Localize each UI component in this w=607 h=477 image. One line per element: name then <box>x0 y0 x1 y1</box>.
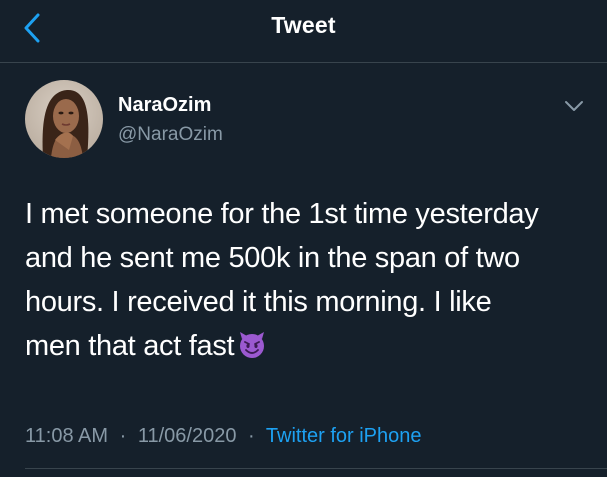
tweet-line-text: men that act fast <box>25 330 235 362</box>
avatar-photo <box>25 80 103 158</box>
tweet-line: and he sent me 500k in the span of two <box>25 242 520 274</box>
navigation-bar: Tweet <box>0 0 607 63</box>
author-display-name[interactable]: NaraOzim <box>118 94 211 117</box>
more-options-button[interactable] <box>560 94 588 118</box>
chevron-down-icon <box>565 101 583 111</box>
tweet-text: I met someone for the 1st time yesterday… <box>25 192 595 368</box>
page-title: Tweet <box>271 12 336 38</box>
tweet-date: 11/06/2020 <box>137 425 237 447</box>
author-handle[interactable]: @NaraOzim <box>118 124 223 146</box>
tweet-metadata: 11:08 AM · 11/06/2020 · Twitter for iPho… <box>25 425 422 448</box>
tweet-time: 11:08 AM <box>25 425 109 447</box>
separator-dot: · <box>248 425 255 447</box>
separator-dot: · <box>119 425 127 447</box>
divider <box>25 468 607 469</box>
tweet-line: men that act fast <box>25 324 595 368</box>
tweet-line: hours. I received it this morning. I lik… <box>25 286 492 318</box>
tweet-line: I met someone for the 1st time yesterday <box>25 198 539 230</box>
avatar[interactable] <box>25 80 103 158</box>
tweet-source-link[interactable]: Twitter for iPhone <box>266 425 422 447</box>
smiling-face-with-horns-emoji <box>240 332 265 358</box>
